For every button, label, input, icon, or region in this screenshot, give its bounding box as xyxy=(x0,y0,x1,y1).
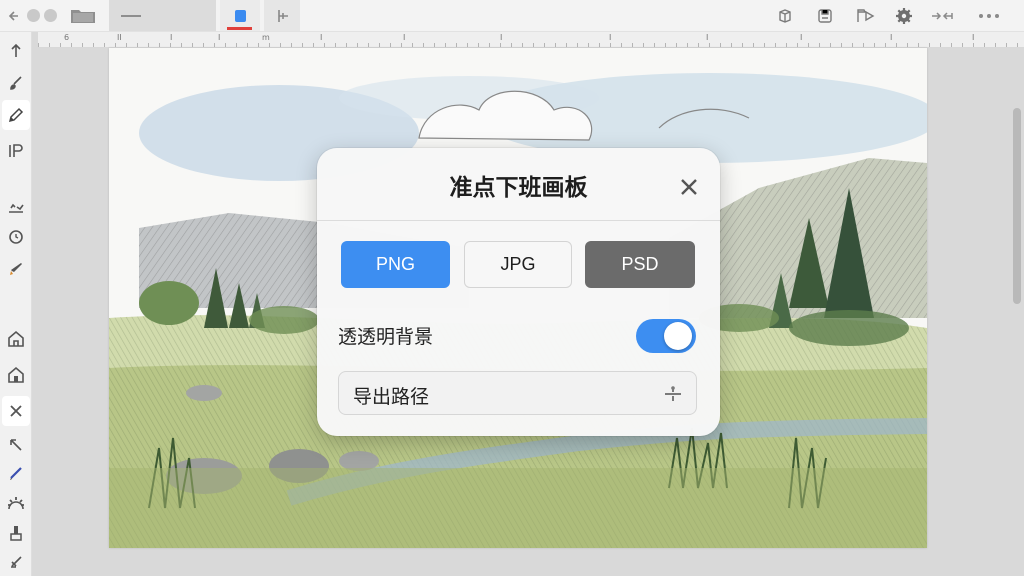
tab-line-icon xyxy=(121,14,141,17)
stamp-icon[interactable] xyxy=(2,518,30,548)
pencil-icon[interactable] xyxy=(2,100,30,130)
tab-1[interactable] xyxy=(109,0,216,31)
dialog-title: 准点下班画板 xyxy=(449,175,588,201)
left-tool-palette xyxy=(0,32,32,576)
ruler-label: I xyxy=(800,33,803,42)
settings-gear-icon[interactable] xyxy=(892,0,916,32)
text-tool-icon[interactable] xyxy=(2,136,30,166)
baseline-icon[interactable] xyxy=(2,192,30,222)
export-dialog: 准点下班画板 PNG JPG PSD 透透明背景 导出路径 xyxy=(317,148,720,436)
toggle-knob xyxy=(664,322,692,350)
layers-icon[interactable] xyxy=(774,0,796,32)
active-tab-indicator xyxy=(227,27,252,30)
ruler-label: I xyxy=(972,33,975,42)
ruler-label: I xyxy=(170,33,173,42)
flag-play-icon[interactable] xyxy=(852,0,878,32)
export-path-label: 导出路径 xyxy=(353,386,430,408)
marker-icon[interactable] xyxy=(2,254,30,284)
format-png-button[interactable]: PNG xyxy=(341,241,450,288)
tab-2[interactable] xyxy=(264,0,300,31)
brush-icon[interactable] xyxy=(2,68,30,98)
close-icon[interactable] xyxy=(677,175,701,199)
pen-icon[interactable] xyxy=(2,458,30,488)
ruler-label: II xyxy=(117,33,122,42)
arrow-icon[interactable] xyxy=(2,430,30,460)
ruler-label: I xyxy=(500,33,503,42)
ruler-label: I xyxy=(890,33,893,42)
ruler-label: I xyxy=(609,33,612,42)
window-control-dot[interactable] xyxy=(44,9,57,22)
dialog-divider xyxy=(317,220,720,221)
transparent-background-toggle[interactable] xyxy=(636,319,696,353)
format-psd-button[interactable]: PSD xyxy=(585,241,695,288)
ruler-label: m xyxy=(262,33,270,42)
ruler-guide-icon xyxy=(278,9,288,22)
save-icon[interactable] xyxy=(814,0,836,32)
ruler-label: I xyxy=(218,33,221,42)
ruler-label: I xyxy=(403,33,406,42)
home-outline-icon[interactable] xyxy=(2,324,30,354)
folder-icon[interactable] xyxy=(68,0,98,32)
ruler-label: 6 xyxy=(64,33,70,42)
more-icon[interactable] xyxy=(974,0,1004,32)
color-square-icon xyxy=(234,9,246,22)
circle-tool-icon[interactable] xyxy=(2,222,30,252)
close-icon[interactable] xyxy=(2,396,30,426)
transform-arrows-icon[interactable] xyxy=(928,0,958,32)
back-icon[interactable] xyxy=(4,0,24,32)
window-control-dot[interactable] xyxy=(27,9,40,22)
top-toolbar xyxy=(0,0,1024,32)
format-jpg-button[interactable]: JPG xyxy=(464,241,572,288)
ruler-label: I xyxy=(706,33,709,42)
home-icon[interactable] xyxy=(2,360,30,390)
horizontal-ruler: 6 II m I I I I I I I I I I xyxy=(38,32,1024,48)
gear-icon[interactable] xyxy=(2,488,30,518)
eraser-icon[interactable] xyxy=(2,546,30,576)
transparent-background-label: 透透明背景 xyxy=(338,326,434,348)
path-picker-icon[interactable] xyxy=(663,384,683,404)
vertical-scrollbar[interactable] xyxy=(1013,108,1021,304)
ruler-label: I xyxy=(320,33,323,42)
export-path-field[interactable]: 导出路径 xyxy=(338,371,697,415)
move-icon[interactable] xyxy=(2,36,30,66)
